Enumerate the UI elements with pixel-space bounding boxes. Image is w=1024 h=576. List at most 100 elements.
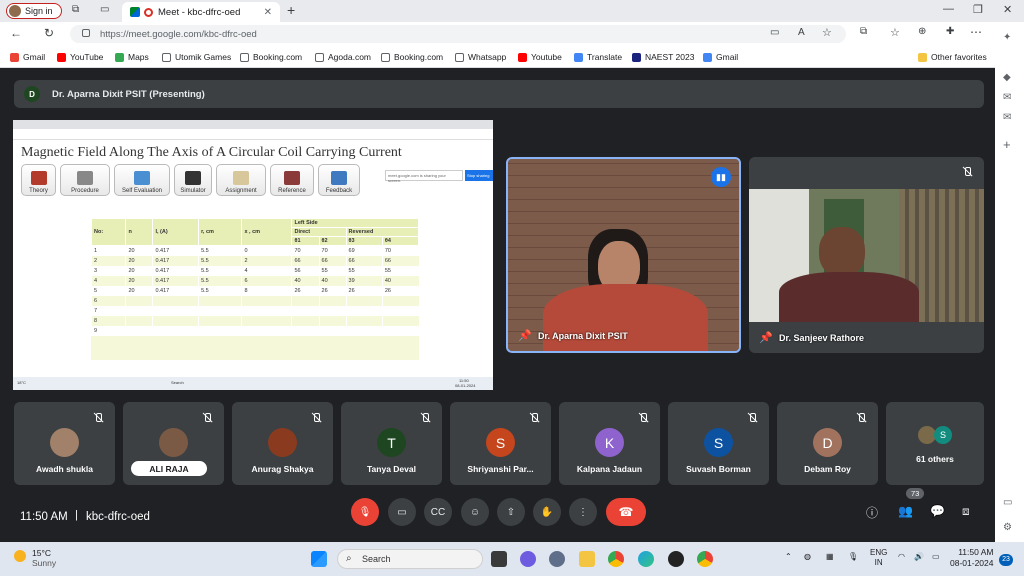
table-cell[interactable] bbox=[125, 325, 153, 336]
task-view-icon[interactable] bbox=[491, 551, 507, 567]
camera-icon[interactable]: ▭ bbox=[770, 27, 779, 38]
table-cell[interactable] bbox=[318, 295, 347, 306]
meeting-info-icon[interactable]: ⓘ bbox=[866, 504, 878, 521]
shopping-icon[interactable]: ◆ bbox=[1003, 72, 1011, 83]
participant-tile[interactable]: S Shriyanshi Par... bbox=[450, 402, 551, 485]
table-cell[interactable]: 70 bbox=[381, 245, 419, 256]
bookmark-gmail[interactable]: Gmail bbox=[10, 52, 45, 62]
video-tile-sanjeev[interactable]: 📌 Dr. Sanjeev Rathore bbox=[749, 157, 984, 353]
table-cell[interactable]: 70 bbox=[318, 245, 347, 256]
teams-icon[interactable] bbox=[520, 551, 536, 567]
table-cell[interactable] bbox=[345, 315, 383, 326]
table-cell[interactable]: 20 bbox=[125, 275, 153, 286]
tray-app-icon[interactable]: ▦ bbox=[826, 552, 834, 561]
participant-tile[interactable]: Anurag Shakya bbox=[232, 402, 333, 485]
table-cell[interactable]: 8 bbox=[241, 285, 292, 296]
refresh-icon[interactable]: ↻ bbox=[44, 26, 54, 40]
language-indicator[interactable]: ENG IN bbox=[870, 548, 887, 568]
table-cell[interactable]: 26 bbox=[318, 285, 347, 296]
settings-app-icon[interactable] bbox=[549, 551, 565, 567]
table-cell[interactable] bbox=[152, 315, 199, 326]
activities-icon[interactable]: ⧈ bbox=[962, 504, 970, 519]
raise-hand-button[interactable]: ✋ bbox=[533, 498, 561, 526]
table-cell[interactable]: 20 bbox=[125, 285, 153, 296]
app-icon[interactable] bbox=[668, 551, 684, 567]
taskbar-search[interactable]: ⌕ Search bbox=[337, 549, 483, 569]
bookmark-agoda[interactable]: Agoda.com bbox=[315, 52, 371, 62]
table-cell[interactable] bbox=[291, 295, 320, 306]
windows-start-icon[interactable] bbox=[311, 551, 327, 567]
table-cell[interactable] bbox=[381, 295, 419, 306]
table-cell[interactable]: 40 bbox=[291, 275, 320, 286]
table-cell[interactable]: 2 bbox=[90, 255, 126, 266]
table-cell[interactable]: 66 bbox=[381, 255, 419, 266]
workspaces-icon[interactable]: ⧉ bbox=[72, 4, 79, 15]
table-cell[interactable] bbox=[198, 315, 242, 326]
table-cell[interactable] bbox=[241, 295, 292, 306]
menu-procedure[interactable]: Procedure bbox=[60, 164, 110, 196]
add-icon[interactable]: + bbox=[1003, 137, 1011, 152]
sign-in-button[interactable]: Sign in bbox=[6, 3, 62, 19]
tab-meet[interactable]: Meet - kbc-dfrc-oed ✕ bbox=[122, 2, 280, 22]
table-cell[interactable]: 55 bbox=[345, 265, 383, 276]
participant-tile[interactable]: T Tanya Deval bbox=[341, 402, 442, 485]
menu-self-evaluation[interactable]: Self Evaluation bbox=[114, 164, 170, 196]
table-cell[interactable] bbox=[318, 305, 347, 316]
table-cell[interactable]: 40 bbox=[318, 275, 347, 286]
close-tab-icon[interactable]: ✕ bbox=[264, 7, 272, 18]
bookmark-maps[interactable]: Maps bbox=[115, 52, 149, 62]
mic-toggle-button[interactable]: 🎙 bbox=[351, 498, 379, 526]
bookmark-whatsapp[interactable]: Whatsapp bbox=[455, 52, 506, 62]
table-cell[interactable]: 55 bbox=[381, 265, 419, 276]
others-tile[interactable]: S 61 others bbox=[886, 402, 984, 485]
minimize-icon[interactable]: — bbox=[943, 3, 954, 15]
table-cell[interactable] bbox=[198, 295, 242, 306]
table-cell[interactable]: 69 bbox=[345, 245, 383, 256]
chrome-icon[interactable] bbox=[608, 551, 624, 567]
table-cell[interactable] bbox=[345, 295, 383, 306]
sidebar-toggle-icon[interactable]: ▭ bbox=[1003, 497, 1012, 508]
table-cell[interactable]: 66 bbox=[318, 255, 347, 266]
table-cell[interactable] bbox=[291, 305, 320, 316]
participant-tile[interactable]: K Kalpana Jadaun bbox=[559, 402, 660, 485]
table-cell[interactable] bbox=[345, 305, 383, 316]
table-cell[interactable]: 5.5 bbox=[198, 265, 242, 276]
tray-chevron-icon[interactable]: ⌃ bbox=[785, 552, 792, 561]
favorite-star-icon[interactable]: ☆ bbox=[822, 26, 832, 39]
shared-screen[interactable]: Magnetic Field Along The Axis of A Circu… bbox=[13, 120, 493, 390]
table-cell[interactable] bbox=[345, 325, 383, 336]
table-cell[interactable]: 20 bbox=[125, 265, 153, 276]
table-cell[interactable] bbox=[241, 315, 292, 326]
extensions-icon[interactable]: ✚ bbox=[946, 26, 954, 37]
bookmark-booking[interactable]: Booking.com bbox=[240, 52, 302, 62]
table-cell[interactable]: 5.5 bbox=[198, 255, 242, 266]
table-cell[interactable] bbox=[198, 325, 242, 336]
tools-icon[interactable]: ✉ bbox=[1003, 92, 1011, 103]
table-cell[interactable] bbox=[152, 325, 199, 336]
table-cell[interactable]: 0.417 bbox=[152, 285, 199, 296]
table-cell[interactable]: 66 bbox=[345, 255, 383, 266]
bookmark-translate[interactable]: Translate bbox=[574, 52, 622, 62]
menu-assignment[interactable]: Assignment bbox=[216, 164, 266, 196]
table-cell[interactable]: 70 bbox=[291, 245, 320, 256]
table-cell[interactable]: 55 bbox=[318, 265, 347, 276]
bookmark-youtube-2[interactable]: Youtube bbox=[518, 52, 562, 62]
reactions-button[interactable]: ☺ bbox=[461, 498, 489, 526]
stop-sharing-button[interactable]: Stop sharing bbox=[465, 170, 493, 181]
table-cell[interactable]: 3 bbox=[90, 265, 126, 276]
table-cell[interactable]: 5.5 bbox=[198, 275, 242, 286]
menu-simulator[interactable]: Simulator bbox=[174, 164, 212, 196]
bookmark-booking-2[interactable]: Booking.com bbox=[381, 52, 443, 62]
taskbar-clock[interactable]: 11:50 AM 08-01-2024 bbox=[950, 547, 993, 569]
collections-icon[interactable]: ⊕ bbox=[918, 26, 926, 37]
split-screen-icon[interactable]: ⧉ bbox=[860, 26, 867, 37]
table-cell[interactable] bbox=[198, 305, 242, 316]
table-cell[interactable] bbox=[241, 305, 292, 316]
menu-feedback[interactable]: Feedback bbox=[318, 164, 360, 196]
leave-call-button[interactable]: ☎ bbox=[606, 498, 646, 526]
participant-tile[interactable]: Awadh shukla bbox=[14, 402, 115, 485]
table-cell[interactable]: 9 bbox=[90, 325, 126, 336]
table-cell[interactable] bbox=[381, 305, 419, 316]
read-aloud-icon[interactable]: A bbox=[798, 27, 805, 38]
table-cell[interactable]: 6 bbox=[241, 275, 292, 286]
